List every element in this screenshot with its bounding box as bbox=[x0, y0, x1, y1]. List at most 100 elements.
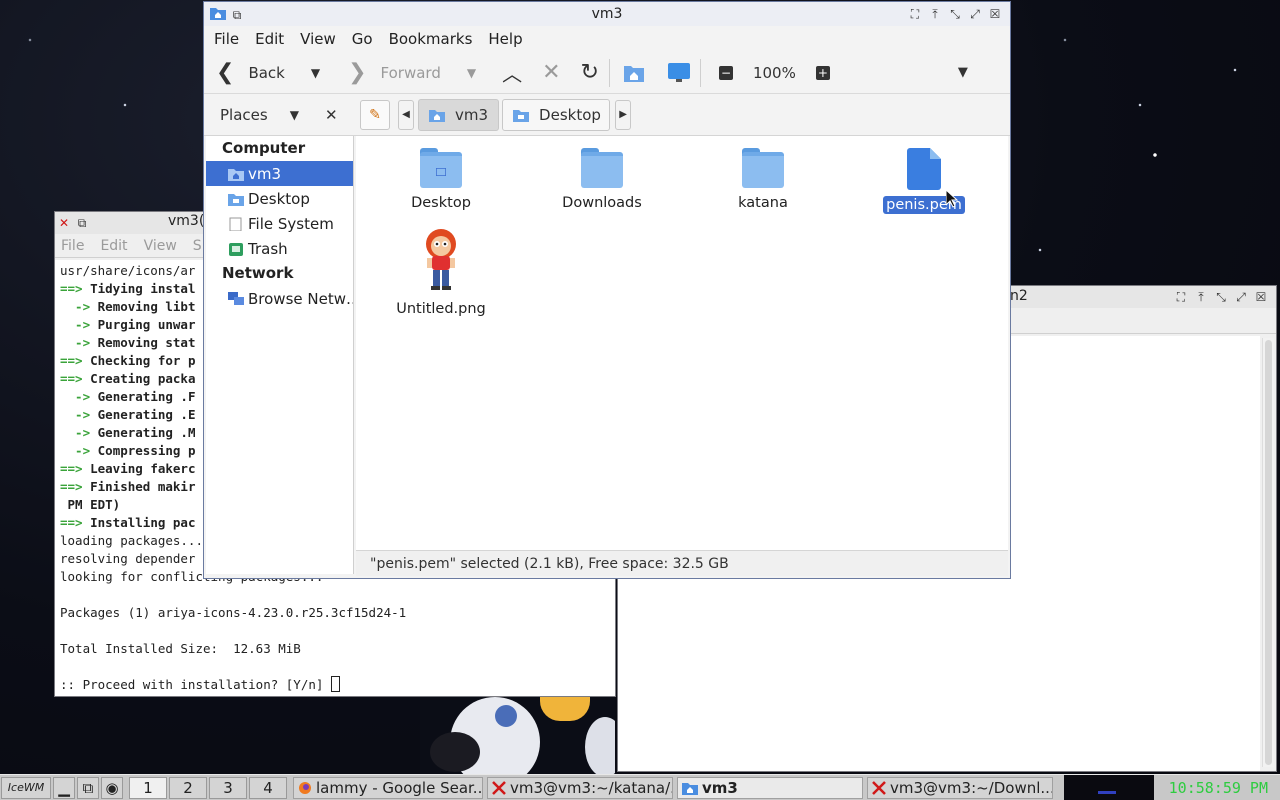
scroll-left-icon[interactable]: ◀ bbox=[398, 99, 414, 130]
chevron-right-icon: ❯ bbox=[348, 60, 367, 85]
clock[interactable]: 10:58:59 PM bbox=[1169, 775, 1268, 800]
browser-launcher-icon[interactable]: ◉ bbox=[101, 776, 123, 799]
sidebar-header-network: Network bbox=[222, 264, 294, 282]
file-item-penis-pem[interactable]: penis.pem bbox=[859, 148, 989, 214]
side-pane-selector[interactable]: Places ▼ ✕ bbox=[204, 106, 354, 124]
sidebar-item-desktop[interactable]: Desktop bbox=[206, 186, 353, 211]
sidebar-item-browse-network[interactable]: Browse Netw… bbox=[206, 286, 353, 311]
workspace-2[interactable]: 2 bbox=[169, 776, 207, 799]
file-manager-titlebar[interactable]: ⧉ vm3 ⛶ ⤒ ⤡ ⤢ ☒ bbox=[204, 2, 1010, 26]
terminal-text: Leaving fakerc bbox=[90, 461, 196, 476]
menu-view[interactable]: View bbox=[300, 30, 336, 48]
fullscreen-icon[interactable]: ⛶ bbox=[1172, 288, 1190, 306]
file-item-katana[interactable]: katana bbox=[698, 148, 828, 212]
raise-icon[interactable]: ⤒ bbox=[926, 5, 944, 23]
taskbar-task-label: vm3@vm3:~/katana/... bbox=[510, 778, 673, 797]
breadcrumb-vm3[interactable]: vm3 bbox=[418, 98, 500, 131]
terminal-text: :: Proceed with installation? [Y/n] bbox=[60, 677, 331, 692]
folder-icon bbox=[581, 148, 623, 188]
taskbar-task[interactable]: vm3 bbox=[677, 776, 863, 799]
up-arrow-icon[interactable]: ︿ bbox=[502, 58, 522, 87]
desktop-icon[interactable] bbox=[667, 62, 690, 83]
sidebar-item-vm3[interactable]: vm3 bbox=[206, 161, 353, 186]
workspace-3[interactable]: 3 bbox=[209, 776, 247, 799]
raise-icon[interactable]: ⤒ bbox=[1192, 288, 1210, 306]
places-sidebar: Computer vm3 Desktop File System Trash N… bbox=[206, 136, 354, 574]
taskbar-task-label: vm3@vm3:~/Downl... bbox=[890, 778, 1053, 797]
show-desktop-icon[interactable]: ▁ bbox=[53, 776, 75, 799]
terminal-text: usr/share/icons/ar bbox=[60, 263, 196, 278]
prompt-arrow: -> bbox=[60, 425, 98, 440]
terminal-text: Installing pac bbox=[90, 515, 196, 530]
sidebar-item-label: File System bbox=[248, 214, 334, 233]
status-bar: "penis.pem" selected (2.1 kB), Free spac… bbox=[356, 550, 1008, 576]
chevron-down-icon: ▼ bbox=[289, 107, 299, 122]
file-manager-menubar: File Edit View Go Bookmarks Help bbox=[204, 26, 1010, 52]
terminal-text: Creating packa bbox=[90, 371, 196, 386]
workspace-4[interactable]: 4 bbox=[249, 776, 287, 799]
terminal-text: Generating .E bbox=[97, 407, 196, 422]
close-icon[interactable]: ☒ bbox=[986, 5, 1004, 23]
menu-s[interactable]: S bbox=[193, 238, 202, 254]
file-manager-window[interactable]: ⧉ vm3 ⛶ ⤒ ⤡ ⤢ ☒ File Edit View Go Bookmarks H… bbox=[203, 1, 1011, 579]
toolbar-separator bbox=[608, 58, 610, 87]
terminal-right-scrollbar[interactable] bbox=[1262, 338, 1274, 767]
places-label: Places bbox=[220, 105, 268, 124]
file-item-downloads[interactable]: Downloads bbox=[537, 148, 667, 212]
menu-go[interactable]: Go bbox=[352, 30, 373, 48]
taskbar-task[interactable]: lammy - Google Sear... bbox=[293, 776, 483, 799]
file-item-label: Untitled.png bbox=[396, 301, 486, 317]
file-view[interactable]: Desktop Downloads katana penis.pem Untit… bbox=[356, 136, 1008, 550]
toolbar-overflow-icon[interactable]: ▼ bbox=[958, 65, 968, 80]
menu-file[interactable]: File bbox=[61, 238, 84, 254]
home-folder-icon[interactable] bbox=[623, 64, 644, 82]
workspace-1[interactable]: 1 bbox=[129, 776, 167, 799]
stop-icon[interactable]: ✕ bbox=[542, 60, 560, 85]
sidebar-item-trash[interactable]: Trash bbox=[206, 236, 353, 261]
menu-help[interactable]: Help bbox=[488, 30, 522, 48]
x-close-icon[interactable]: ✕ bbox=[55, 214, 73, 232]
terminal-text: Tidying instal bbox=[90, 281, 196, 296]
menu-view[interactable]: View bbox=[144, 238, 177, 254]
close-side-pane-icon[interactable]: ✕ bbox=[325, 106, 338, 124]
taskbar-task[interactable]: vm3@vm3:~/Downl... bbox=[867, 776, 1053, 799]
mouse-cursor-icon bbox=[945, 188, 959, 208]
back-history-dropdown-icon[interactable]: ▼ bbox=[311, 66, 320, 80]
start-menu-button[interactable]: IceWM bbox=[1, 776, 51, 799]
menu-edit[interactable]: Edit bbox=[100, 238, 127, 254]
window-list-icon[interactable]: ⧉ bbox=[77, 776, 99, 799]
maximize-icon[interactable]: ⤢ bbox=[1232, 288, 1250, 306]
forward-button[interactable]: ❯ Forward bbox=[348, 60, 441, 85]
file-item-label: Desktop bbox=[411, 195, 471, 211]
close-icon[interactable]: ☒ bbox=[1252, 288, 1270, 306]
menu-edit[interactable]: Edit bbox=[255, 30, 284, 48]
restore-icon[interactable]: ⧉ bbox=[228, 6, 246, 24]
scroll-right-icon[interactable]: ▶ bbox=[615, 99, 632, 130]
taskbar-task-label: vm3 bbox=[702, 778, 738, 797]
menu-file[interactable]: File bbox=[214, 30, 239, 48]
terminal-text: Generating .F bbox=[97, 389, 196, 404]
sidebar-item-label: vm3 bbox=[248, 164, 282, 183]
fullscreen-icon[interactable]: ⛶ bbox=[906, 5, 924, 23]
taskbar-task[interactable]: vm3@vm3:~/katana/... bbox=[487, 776, 673, 799]
maximize-icon[interactable]: ⤢ bbox=[966, 5, 984, 23]
terminal-line: :: Proceed with installation? [Y/n] bbox=[60, 676, 615, 694]
shrink-icon[interactable]: ⤡ bbox=[946, 5, 964, 23]
breadcrumb-desktop[interactable]: Desktop bbox=[502, 98, 611, 131]
restore-icon[interactable]: ⧉ bbox=[73, 214, 91, 232]
sidebar-item-file-system[interactable]: File System bbox=[206, 211, 353, 236]
shrink-icon[interactable]: ⤡ bbox=[1212, 288, 1230, 306]
edit-path-icon[interactable]: ✎ bbox=[360, 99, 390, 130]
menu-bookmarks[interactable]: Bookmarks bbox=[389, 30, 473, 48]
terminal-text: Packages (1) ariya-icons-4.23.0.r25.3cf1… bbox=[60, 605, 407, 620]
terminal-text: PM EDT) bbox=[60, 497, 121, 512]
file-item-untitled-png[interactable]: Untitled.png bbox=[376, 226, 506, 318]
forward-history-dropdown-icon[interactable]: ▼ bbox=[467, 66, 476, 80]
file-item-desktop[interactable]: Desktop bbox=[376, 148, 506, 212]
back-button[interactable]: ❮ Back bbox=[216, 60, 285, 85]
reload-icon[interactable]: ↻ bbox=[581, 60, 599, 85]
zoom-out-icon[interactable]: − bbox=[718, 65, 733, 80]
zoom-in-icon[interactable]: + bbox=[815, 65, 830, 80]
